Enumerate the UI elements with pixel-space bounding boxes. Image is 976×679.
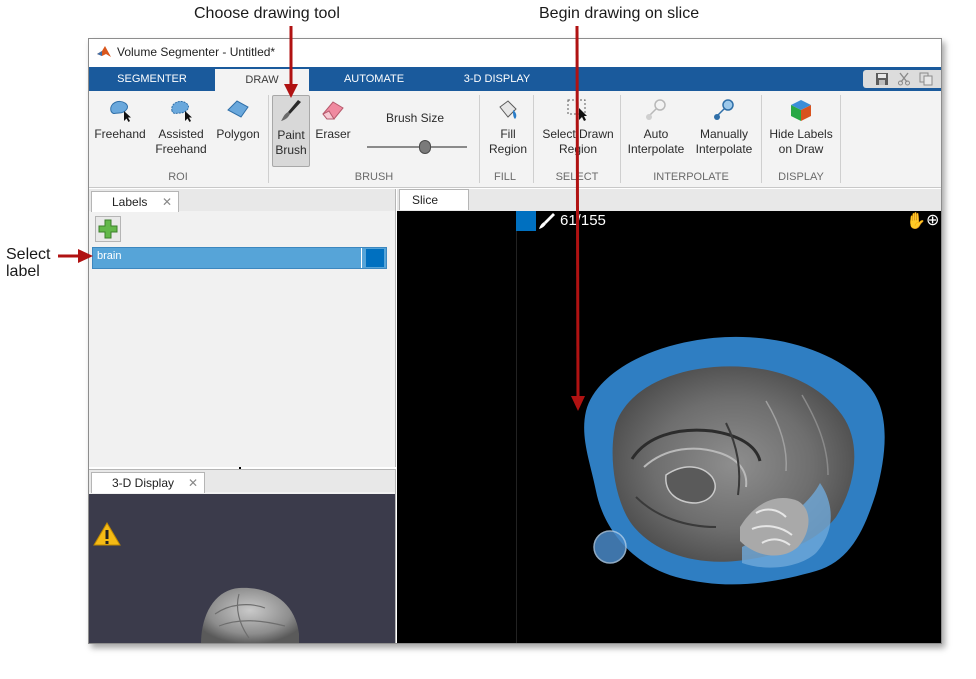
callout-select-label-line2: label: [6, 263, 40, 280]
quick-access-toolbar: [863, 70, 941, 88]
slice-viewport[interactable]: 61/155 ✋ ⊕: [397, 211, 941, 643]
section-brush: BRUSH: [354, 171, 394, 183]
paint-brush-button[interactable]: Paint Brush: [272, 95, 310, 167]
tab-segmenter[interactable]: SEGMENTER: [89, 67, 215, 91]
brush-cursor-icon: [539, 213, 555, 229]
labels-tab-label: Labels: [112, 195, 148, 209]
freehand-roi-icon: [110, 100, 131, 122]
paint-bucket-icon: [499, 100, 517, 119]
polygon-roi-icon: [227, 100, 249, 118]
separator: [840, 95, 841, 183]
freehand-label: Freehand: [94, 127, 146, 141]
select-region-icon: [567, 99, 587, 121]
freehand-button[interactable]: Freehand: [91, 97, 149, 142]
brush-size-slider[interactable]: [419, 140, 431, 154]
section-display: DISPLAY: [778, 171, 824, 183]
close-icon[interactable]: ✕: [188, 473, 198, 493]
toolstrip-tab-bar: SEGMENTER DRAW AUTOMATE 3-D DISPLAY: [89, 67, 941, 91]
select-drawn-region-button[interactable]: Select Drawn Region: [537, 97, 619, 157]
display-tab-label: 3-D Display: [112, 476, 175, 490]
callout-select-label: Select label: [6, 246, 50, 280]
slice-panel: Slice 61/155 ✋ ⊕: [397, 189, 941, 643]
3d-display-panel: 3-D Display ✕: [89, 469, 396, 643]
paint-brush-icon: [281, 100, 301, 121]
title-bar: Volume Segmenter - Untitled*: [89, 39, 941, 67]
separator: [533, 95, 534, 183]
save-icon[interactable]: [875, 72, 889, 86]
eraser-label: Eraser: [315, 127, 351, 141]
callout-choose-tool: Choose drawing tool: [194, 5, 340, 22]
hide-labels-on-draw-button[interactable]: Hide Labels on Draw: [765, 97, 837, 157]
tab-3d-display[interactable]: 3-D DISPLAY: [435, 67, 559, 91]
fill-region-label-2: Region: [488, 142, 528, 156]
tab-labels[interactable]: Labels ✕: [91, 191, 179, 212]
tab-draw[interactable]: DRAW: [215, 69, 309, 91]
slice-header: 61/155 ✋ ⊕: [516, 211, 941, 231]
fill-region-button[interactable]: Fill Region: [483, 97, 533, 157]
section-interpolate: INTERPOLATE: [653, 171, 729, 183]
callout-select-label-line1: Select: [6, 246, 51, 263]
tab-automate[interactable]: AUTOMATE: [315, 67, 433, 91]
3d-display-viewport[interactable]: [89, 494, 395, 643]
paint-brush-label-1: Paint: [277, 128, 305, 142]
window-title: Volume Segmenter - Untitled*: [117, 45, 276, 59]
auto-interpolate-button[interactable]: Auto Interpolate: [624, 97, 688, 157]
assisted-freehand-icon: [171, 100, 192, 122]
assisted-freehand-button[interactable]: Assisted Freehand: [151, 97, 211, 157]
hide-labels-cube-icon: [791, 100, 811, 121]
fill-region-label-1: Fill: [500, 127, 516, 141]
active-label-color: [516, 211, 536, 231]
app-window: Volume Segmenter - Untitled* SEGMENTER D…: [88, 38, 942, 644]
manual-interpolate-icon: [714, 99, 734, 120]
section-select: SELECT: [555, 171, 599, 183]
tab-3d-display-panel[interactable]: 3-D Display ✕: [91, 472, 205, 493]
callout-begin-drawing: Begin drawing on slice: [539, 5, 700, 22]
labels-panel: Labels ✕ brain: [89, 189, 396, 469]
cut-icon[interactable]: [897, 72, 911, 86]
section-fill: FILL: [493, 171, 516, 183]
auto-interpolate-label-2: Interpolate: [627, 142, 685, 156]
label-color-swatch[interactable]: [366, 249, 384, 267]
close-icon[interactable]: ✕: [162, 192, 172, 212]
select-drawn-region-label-1: Select Drawn: [542, 127, 614, 141]
add-label-icon[interactable]: [95, 216, 121, 242]
brush-size-track: [367, 146, 467, 148]
assisted-freehand-label-2: Freehand: [155, 142, 207, 156]
eraser-icon: [322, 101, 344, 120]
brain-3d-render: [201, 587, 299, 643]
copy-icon[interactable]: [919, 72, 933, 86]
label-divider: [361, 248, 362, 268]
separator: [761, 95, 762, 183]
warning-icon[interactable]: [93, 522, 121, 546]
slice-tab-label: Slice: [412, 193, 439, 207]
label-row[interactable]: brain: [92, 247, 387, 269]
paint-brush-label-2: Brush: [275, 143, 307, 157]
brain-slice-image: [584, 336, 885, 585]
tab-slice[interactable]: Slice: [399, 189, 469, 210]
toolstrip: Freehand Assisted Freehand Polygon ROI P…: [89, 91, 941, 188]
separator: [268, 95, 269, 183]
slice-number: 61/155: [560, 212, 606, 229]
zoom-in-icon[interactable]: ⊕: [926, 210, 939, 230]
separator: [479, 95, 480, 183]
auto-interpolate-icon: [646, 99, 666, 120]
section-roi: ROI: [168, 171, 188, 183]
manually-interpolate-label-2: Interpolate: [695, 142, 753, 156]
polygon-label: Polygon: [216, 127, 260, 141]
manually-interpolate-button[interactable]: Manually Interpolate: [690, 97, 758, 157]
label-name: brain: [97, 250, 122, 262]
auto-interpolate-label-1: Auto: [643, 127, 669, 141]
hide-labels-label-1: Hide Labels: [769, 127, 833, 141]
select-drawn-region-label-2: Region: [558, 142, 598, 156]
hide-labels-label-2: on Draw: [778, 142, 824, 156]
brush-size-label: Brush Size: [385, 111, 445, 125]
eraser-button[interactable]: Eraser: [311, 97, 355, 142]
polygon-button[interactable]: Polygon: [211, 97, 265, 142]
separator: [620, 95, 621, 183]
matlab-logo-icon: [97, 46, 111, 57]
assisted-freehand-label-1: Assisted: [158, 127, 204, 141]
manually-interpolate-label-1: Manually: [699, 127, 749, 141]
pan-icon[interactable]: ✋: [906, 211, 926, 231]
